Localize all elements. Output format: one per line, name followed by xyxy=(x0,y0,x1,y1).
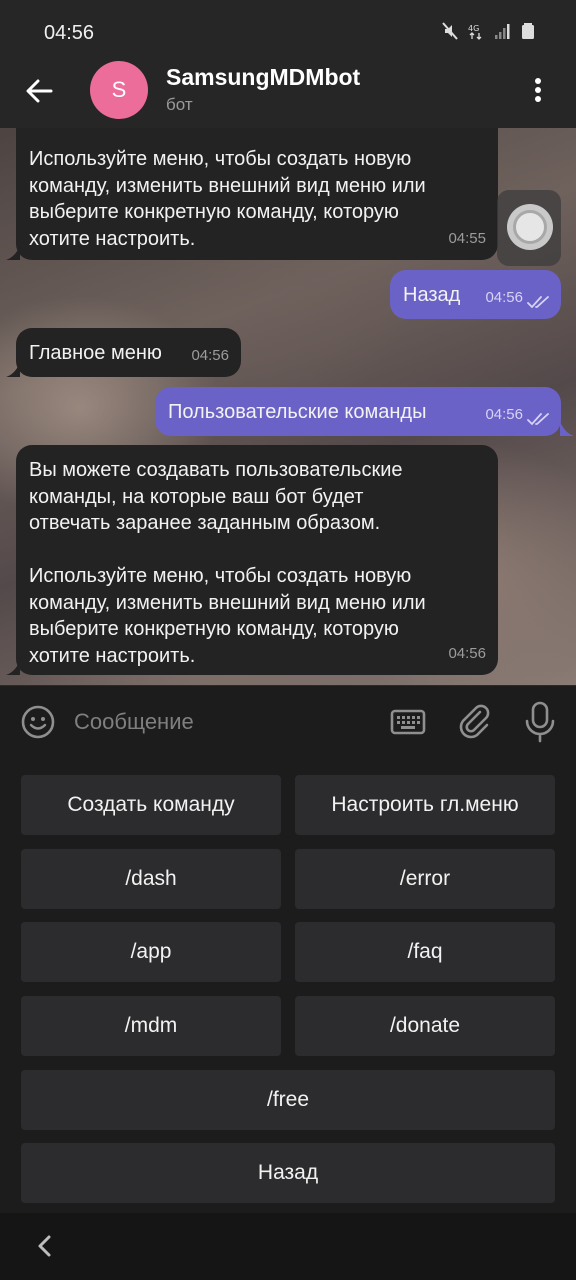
composer xyxy=(0,685,576,757)
bubble-tail xyxy=(560,422,574,436)
message-time: 04:56 xyxy=(485,405,523,423)
back-arrow-icon xyxy=(26,79,53,103)
battery-icon xyxy=(522,23,534,39)
message-bubble[interactable]: Главное меню 04:56 xyxy=(16,328,241,377)
kb-button-app[interactable]: /app xyxy=(21,922,281,982)
message-time: 04:56 xyxy=(485,288,523,306)
message-input[interactable] xyxy=(74,706,374,738)
network-4g-icon: 4G xyxy=(468,24,482,40)
more-menu-button[interactable] xyxy=(518,70,558,110)
mute-icon xyxy=(442,22,458,40)
keyboard-row: /mdm /donate xyxy=(21,996,555,1056)
kb-button-donate[interactable]: /donate xyxy=(295,996,555,1056)
back-button[interactable] xyxy=(18,70,60,112)
double-check-icon xyxy=(527,296,549,309)
kb-button-create-command[interactable]: Создать команду xyxy=(21,775,281,835)
kb-button-back[interactable]: Назад xyxy=(21,1143,555,1203)
nav-back-icon[interactable] xyxy=(30,1231,60,1261)
keyboard-row: Создать команду Настроить гл.меню xyxy=(21,775,555,835)
message-text: Используйте меню, чтобы создать новую ко… xyxy=(29,148,426,250)
keyboard-row: /free xyxy=(21,1070,555,1130)
emoji-icon[interactable] xyxy=(20,704,56,740)
bot-keyboard: Создать команду Настроить гл.меню /dash … xyxy=(0,757,576,1213)
kb-button-dash[interactable]: /dash xyxy=(21,849,281,909)
double-check-icon xyxy=(527,413,549,426)
message-time: 04:55 xyxy=(448,229,486,247)
svg-text:4G: 4G xyxy=(468,24,479,33)
status-icons: 4G xyxy=(442,22,536,40)
system-nav-bar xyxy=(0,1213,576,1280)
avatar[interactable]: S xyxy=(90,61,148,119)
kb-button-mdm[interactable]: /mdm xyxy=(21,996,281,1056)
message-bubble[interactable]: Пользовательские команды 04:56 xyxy=(155,387,561,436)
message-bubble[interactable]: Назад 04:56 xyxy=(390,270,561,319)
keyboard-row: /app /faq xyxy=(21,922,555,982)
keyboard-row: Назад xyxy=(21,1143,555,1203)
chat-header: S SamsungMDMbot бот xyxy=(0,56,576,128)
message-bubble[interactable]: Вы можете создавать пользовательские ком… xyxy=(16,445,498,675)
kb-button-free[interactable]: /free xyxy=(21,1070,555,1130)
scroll-down-button[interactable] xyxy=(497,190,561,266)
attach-icon[interactable] xyxy=(456,702,492,742)
status-bar: 04:56 4G xyxy=(0,0,576,56)
message-time: 04:56 xyxy=(191,346,229,364)
scroll-knob-icon xyxy=(513,210,547,244)
chat-subtitle: бот xyxy=(166,95,193,114)
chat-title[interactable]: SamsungMDMbot xyxy=(166,64,360,91)
bubble-tail xyxy=(6,363,20,377)
mic-icon[interactable] xyxy=(522,700,558,744)
avatar-letter: S xyxy=(111,77,127,102)
message-list[interactable]: Используйте меню, чтобы создать новую ко… xyxy=(0,128,576,685)
kb-button-faq[interactable]: /faq xyxy=(295,922,555,982)
more-vert-icon xyxy=(535,78,541,102)
kb-button-error[interactable]: /error xyxy=(295,849,555,909)
status-time: 04:56 xyxy=(44,22,95,44)
message-time: 04:56 xyxy=(448,644,486,662)
keyboard-row: /dash /error xyxy=(21,849,555,909)
bubble-tail xyxy=(6,246,20,260)
message-text: Вы можете создавать пользовательские ком… xyxy=(29,459,426,667)
keyboard-icon[interactable] xyxy=(389,706,427,738)
message-bubble[interactable]: Используйте меню, чтобы создать новую ко… xyxy=(16,128,498,260)
kb-button-configure-menu[interactable]: Настроить гл.меню xyxy=(295,775,555,835)
signal-icon xyxy=(495,24,510,39)
bubble-tail xyxy=(6,661,20,675)
